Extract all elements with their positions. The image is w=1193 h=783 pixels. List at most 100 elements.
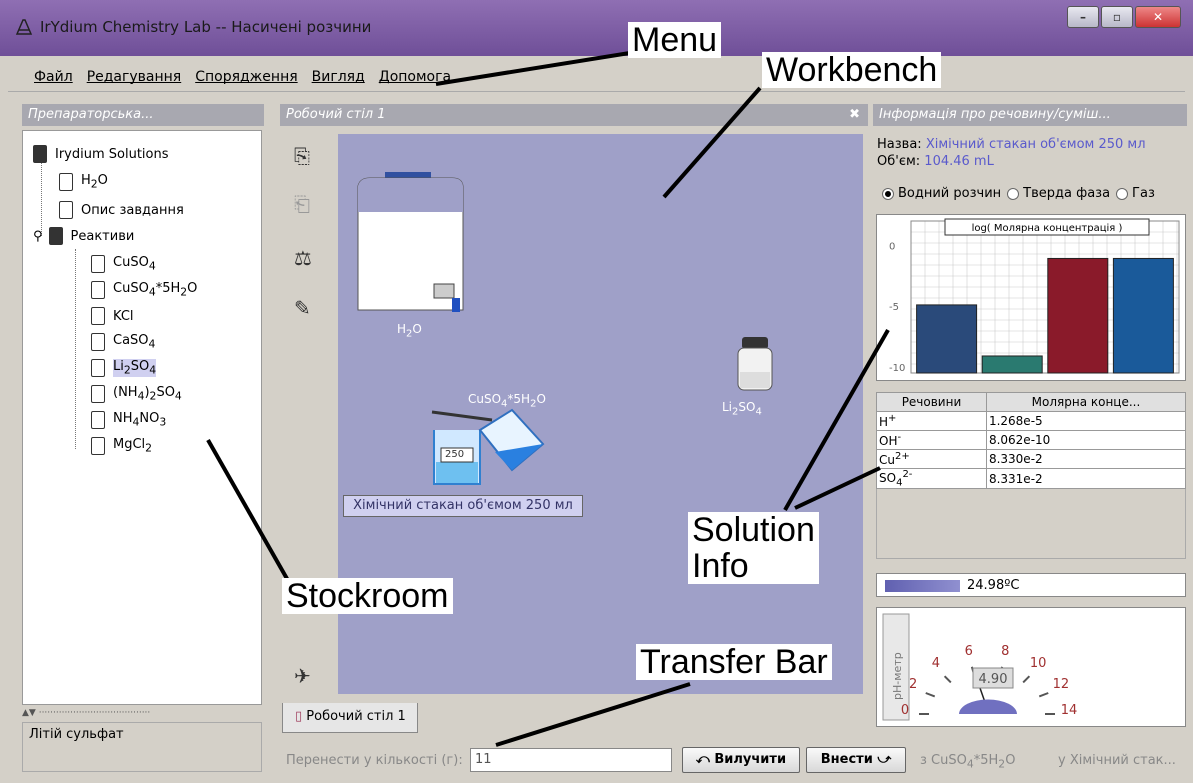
ph-tick-label: 8: [1001, 644, 1009, 659]
paste-icon[interactable]: ⎗: [294, 192, 320, 216]
callout-workbench: Workbench: [762, 52, 942, 88]
temperature-bar: [885, 580, 960, 592]
temperature-value: 24.98ºC: [967, 578, 1020, 593]
menu-equipment[interactable]: Спорядження: [195, 69, 297, 85]
ph-value: 4.90: [979, 672, 1008, 687]
callout-solution-info: Solution Info: [688, 512, 819, 584]
callout-transfer-bar: Transfer Bar: [636, 644, 832, 680]
tree-reagent-selected[interactable]: Li2SO4: [91, 359, 157, 377]
folder-icon: [33, 145, 47, 163]
tab-icon: ▯: [295, 709, 303, 724]
table-row[interactable]: OH- 8.062e-10: [876, 430, 1187, 450]
ph-tick-label: 6: [965, 644, 973, 659]
tab-workbench-1[interactable]: ▯ Робочий стіл 1: [282, 703, 418, 733]
callout-menu: Menu: [628, 22, 722, 58]
menu-bar: Файл Редагування Спорядження Вигляд Допо…: [8, 62, 1185, 92]
bottle-icon: [91, 385, 105, 403]
ph-tick-label: 2: [909, 677, 917, 692]
menu-help[interactable]: Допомога: [379, 69, 451, 85]
transfer-target: у Хімічний стак...: [1058, 753, 1176, 768]
volume-label: Об'єм:: [877, 154, 921, 169]
callout-stockroom: Stockroom: [282, 578, 453, 614]
discard-icon[interactable]: ✈: [294, 664, 320, 688]
ph-tick-label: 4: [932, 656, 940, 671]
ph-tick-label: 12: [1053, 677, 1070, 692]
document-icon: [59, 201, 73, 219]
transfer-amount-input[interactable]: 11: [470, 748, 672, 772]
ph-hub: [959, 699, 1017, 714]
tree-root[interactable]: Irydium Solutions: [33, 145, 169, 163]
tree-reagent[interactable]: NH4NO3: [91, 411, 166, 429]
tree-item-water[interactable]: H2O: [59, 173, 108, 191]
stockroom-title: Препараторська...: [22, 104, 264, 126]
beaker-label[interactable]: Хімічний стакан об'ємом 250 мл: [343, 495, 583, 517]
app-window: IrYdium Chemistry Lab -- Насичені розчин…: [0, 0, 1193, 783]
tree-reagent[interactable]: KCl: [91, 307, 134, 325]
y-tick-label: 0: [889, 241, 895, 252]
name-value: Хімічний стакан об'ємом 250 мл: [925, 137, 1146, 152]
ph-label: pH-метр: [891, 652, 904, 700]
y-tick-label: -10: [889, 363, 905, 374]
close-icon[interactable]: ✖: [849, 104, 860, 126]
transfer-label: Перенести у кількості (г):: [286, 753, 463, 768]
splitter[interactable]: ▲▼ ·····································…: [22, 708, 262, 718]
window-title: IrYdium Chemistry Lab -- Насичені розчин…: [40, 18, 372, 36]
table-row[interactable]: SO42- 8.331e-2: [876, 467, 1187, 490]
tree-reagent[interactable]: MgCl2: [91, 437, 152, 455]
tree-reagent[interactable]: CuSO4*5H2O: [91, 281, 197, 299]
maximize-button[interactable]: ▫: [1101, 6, 1133, 28]
ph-meter: pH-метр 0 2 4 6 8 10 12 14 4.90: [876, 607, 1186, 727]
radio-aqueous[interactable]: [882, 187, 894, 200]
ph-tick: [925, 692, 936, 698]
minimize-button[interactable]: –: [1067, 6, 1099, 28]
folder-icon: [48, 227, 63, 245]
col-conc[interactable]: Молярна конце...: [985, 392, 1187, 412]
thermometer: 24.98ºC: [876, 573, 1186, 597]
tree-item-task[interactable]: Опис завдання: [59, 201, 184, 219]
species-table: Речовини Молярна конце... H+ 1.268e-5 OH- 8…: [876, 392, 1187, 490]
bottle-icon: [91, 437, 105, 455]
bar-0: [916, 304, 978, 374]
chart-title: log( Молярна концентрація ): [972, 222, 1123, 234]
flask-icon: [59, 173, 73, 191]
stockroom-tree: Irydium Solutions H2O Опис завдання ⚲ Реа…: [22, 130, 262, 705]
bar-3: [1112, 257, 1174, 374]
ph-tick: [1022, 675, 1031, 684]
close-button[interactable]: ✕: [1135, 6, 1181, 28]
bar-1: [981, 355, 1043, 374]
menu-edit[interactable]: Редагування: [87, 69, 182, 85]
phase-selector: Водний розчин Тверда фаза Газ: [876, 186, 1155, 201]
y-tick-label: -5: [889, 302, 899, 313]
tree-reagent[interactable]: CaSO4: [91, 333, 155, 351]
concentration-chart: 0 -5 -10 log( Молярна концентрація ): [876, 214, 1186, 381]
ph-tick: [1038, 692, 1049, 698]
radio-solid[interactable]: [1007, 187, 1020, 200]
menu-view[interactable]: Вигляд: [312, 69, 365, 85]
menu-file[interactable]: Файл: [34, 69, 73, 85]
beaker-mark: 250: [445, 449, 465, 460]
pour-icon[interactable]: ✎: [294, 296, 320, 320]
add-button[interactable]: Внести ⤻: [806, 747, 906, 773]
volume-value: 104.46 mL: [924, 154, 994, 169]
table-row[interactable]: Cu2+ 8.330e-2: [876, 449, 1187, 469]
balance-icon[interactable]: ⚖: [294, 246, 320, 270]
tree-reagent[interactable]: (NH4)2SO4: [91, 385, 182, 403]
remove-button[interactable]: ⤺ Вилучити: [682, 747, 800, 773]
bottle-icon: [91, 411, 105, 429]
col-species[interactable]: Речовини: [876, 392, 987, 412]
radio-gas[interactable]: [1116, 187, 1129, 200]
tree-reagent[interactable]: CuSO4: [91, 255, 156, 273]
bottle-icon: [91, 307, 105, 325]
tree-item-reagents[interactable]: ⚲ Реактиви: [33, 227, 134, 245]
table-row[interactable]: H+ 1.268e-5: [876, 411, 1187, 431]
copy-icon[interactable]: ⎘: [294, 144, 320, 168]
bar-2: [1047, 257, 1109, 374]
bottle-icon: [91, 333, 105, 351]
transfer-bar: Перенести у кількості (г): 11 ⤺ Вилучити…: [282, 745, 1187, 775]
ph-tick: [943, 675, 952, 684]
app-icon: [15, 19, 33, 35]
bottle-icon: [91, 255, 105, 273]
ph-tick-label: 10: [1030, 656, 1047, 671]
ph-tick-label: 14: [1061, 703, 1078, 718]
transfer-source: з CuSO4*5H2O: [920, 753, 1016, 771]
